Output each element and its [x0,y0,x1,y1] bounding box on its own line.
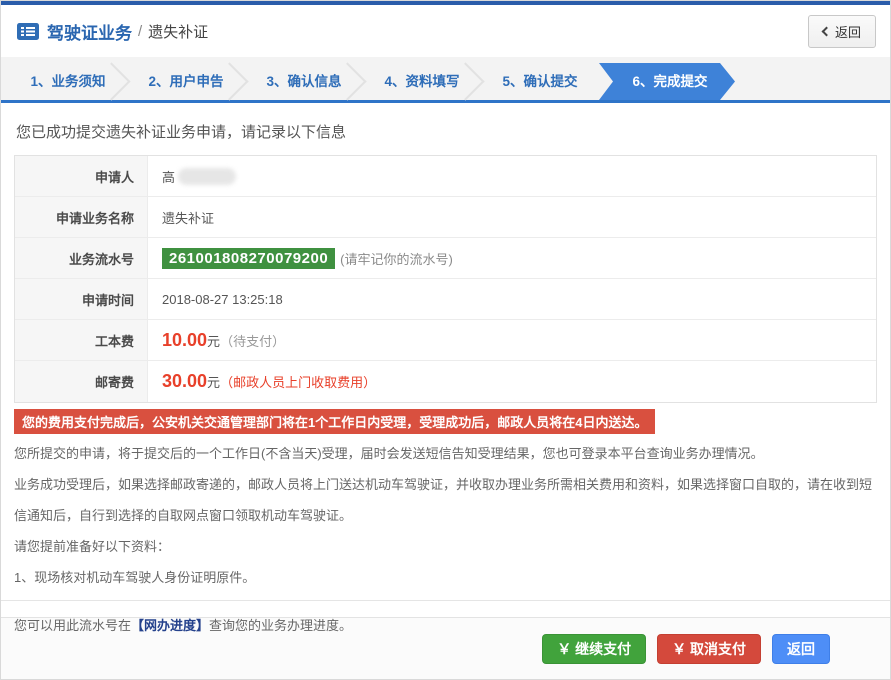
table-row-fee: 工本费 10.00 元 （待支付） [15,320,876,361]
row-value: 遗失补证 [148,197,876,237]
postage-amount: 30.00 [162,371,207,392]
step-tab-6-complete: 6、完成提交 [599,63,735,100]
row-label: 申请业务名称 [15,197,148,237]
step-tab-bar: 1、业务须知 2、用户申告 3、确认信息 4、资料填写 5、确认提交 6、完成提… [1,57,890,103]
row-value: 2018-08-27 13:25:18 [148,279,876,319]
page-header: 驾驶证业务 / 遗失补证 返回 [1,5,890,57]
row-label: 邮寄费 [15,361,148,402]
postage-note: （邮政人员上门收取费用） [220,372,376,391]
fee-unit: 元 [207,331,220,350]
fee-amount: 10.00 [162,330,207,351]
progress-link[interactable]: 【网办进度】 [131,618,209,633]
continue-pay-button[interactable]: ￥ 继续支付 [542,634,646,664]
cancel-pay-button[interactable]: ￥ 取消支付 [657,634,761,664]
breadcrumb-section[interactable]: 驾驶证业务 [47,19,132,44]
row-label: 申请人 [15,156,148,196]
table-row-serial: 业务流水号 261001808270079200 (请牢记你的流水号) [15,238,876,279]
table-row-postage: 邮寄费 30.00 元 （邮政人员上门收取费用） [15,361,876,402]
step-tab-4-fill: 4、资料填写 [363,63,481,100]
row-value: 261001808270079200 (请牢记你的流水号) [148,238,876,278]
step-tab-5-submit: 5、确认提交 [481,63,599,100]
notice-paragraphs: 您所提交的申请，将于提交后的一个工作日(不含当天)受理，届时会发送短信告知受理结… [14,438,877,593]
service-name: 遗失补证 [162,208,214,227]
step-tab-2-declare: 2、用户申告 [127,63,245,100]
serial-number-badge: 261001808270079200 [162,248,335,269]
list-document-icon [17,23,39,40]
serial-note: (请牢记你的流水号) [340,249,453,268]
applicant-name: 高 [162,167,175,186]
progress-suffix: 查询您的业务办理进度。 [209,618,352,633]
page: 驾驶证业务 / 遗失补证 返回 1、业务须知 2、用户申告 3、确认信息 4、资… [0,0,891,680]
notice-paragraph: 1、现场核对机动车驾驶人身份证明原件。 [14,562,877,593]
chevron-left-icon [822,26,832,36]
redacted-name-blur [178,168,236,185]
notice-paragraph: 请您提前准备好以下资料： [14,531,877,562]
success-heading: 您已成功提交遗失补证业务申请，请记录以下信息 [16,121,877,142]
header-back-label: 返回 [835,22,861,41]
payment-alert-banner: 您的费用支付完成后，公安机关交通管理部门将在1个工作日内受理，受理成功后，邮政人… [14,409,655,434]
step-tab-3-confirm: 3、确认信息 [245,63,363,100]
row-value: 10.00 元 （待支付） [148,320,876,360]
progress-prefix: 您可以用此流水号在 [14,618,131,633]
row-value: 高 [148,156,876,196]
row-label: 申请时间 [15,279,148,319]
fee-status-note: （待支付） [220,331,285,350]
result-info-table: 申请人 高 申请业务名称 遗失补证 业务流水号 2610018082700792… [14,155,877,403]
main-content: 您已成功提交遗失补证业务申请，请记录以下信息 申请人 高 申请业务名称 遗失补证… [1,103,890,601]
row-label: 工本费 [15,320,148,360]
apply-time: 2018-08-27 13:25:18 [162,292,283,307]
table-row-time: 申请时间 2018-08-27 13:25:18 [15,279,876,320]
step-tab-1-notice: 1、业务须知 [9,63,127,100]
table-row-applicant: 申请人 高 [15,156,876,197]
breadcrumb-separator: / [138,23,142,40]
row-value: 30.00 元 （邮政人员上门收取费用） [148,361,876,402]
footer-back-button[interactable]: 返回 [772,634,830,664]
notice-paragraph: 您所提交的申请，将于提交后的一个工作日(不含当天)受理，届时会发送短信告知受理结… [14,438,877,469]
notice-paragraph: 业务成功受理后，如果选择邮政寄递的，邮政人员将上门送达机动车驾驶证，并收取办理业… [14,469,877,531]
breadcrumb-current: 遗失补证 [148,21,208,42]
row-label: 业务流水号 [15,238,148,278]
header-back-button[interactable]: 返回 [808,15,876,48]
table-row-service: 申请业务名称 遗失补证 [15,197,876,238]
postage-unit: 元 [207,372,220,391]
